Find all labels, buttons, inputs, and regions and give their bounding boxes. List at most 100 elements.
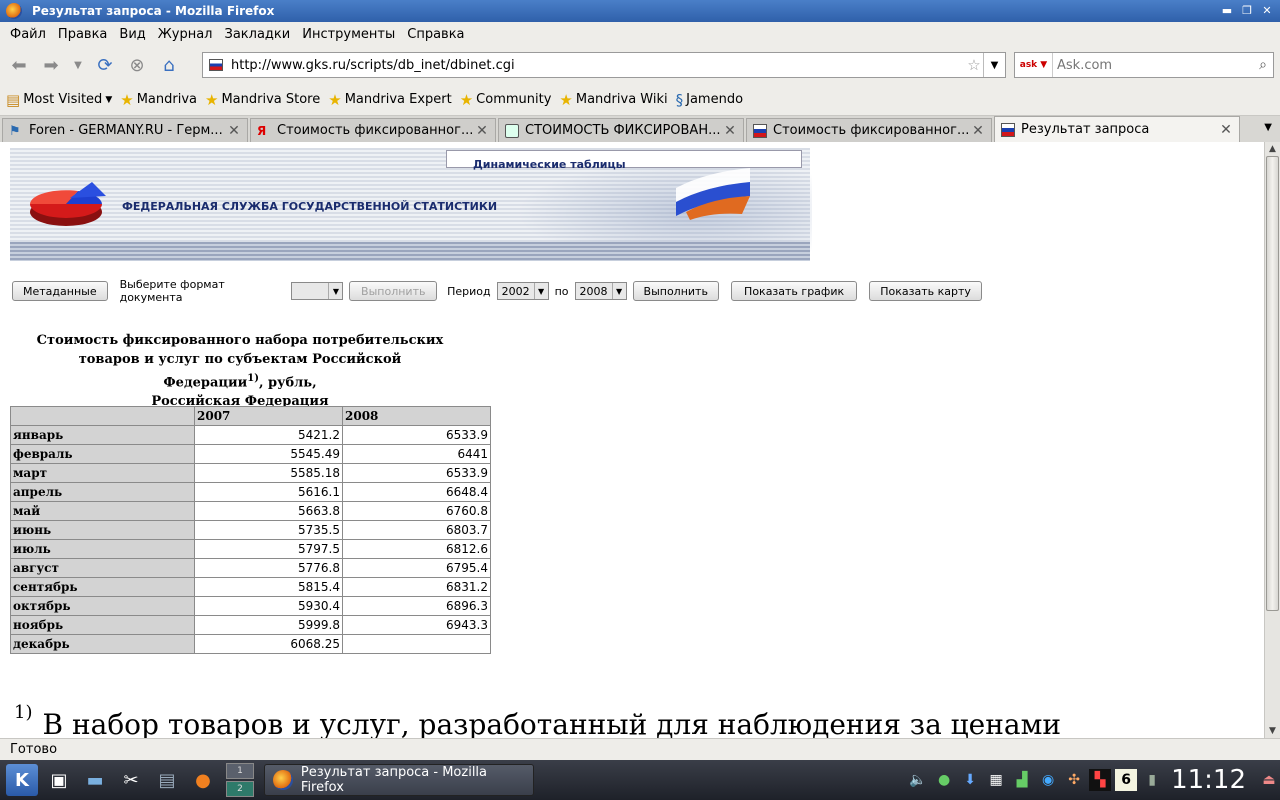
tab-query-result[interactable]: Результат запроса ✕ [994, 116, 1240, 142]
chevron-down-icon: ▼ [328, 283, 342, 299]
tray-lock-icon[interactable]: ⏏ [1258, 769, 1280, 791]
minimize-icon[interactable]: ▬ [1220, 3, 1234, 17]
table-row: май 5663.8 6760.8 [10, 501, 491, 521]
desktop-number-badge[interactable]: 6 [1115, 769, 1138, 791]
search-input[interactable] [1053, 57, 1253, 73]
control-center-icon[interactable]: ▤ [152, 765, 182, 795]
footnote-mark: 1) [14, 702, 33, 723]
menu-file[interactable]: Файл [10, 27, 46, 42]
tab-gks-cost[interactable]: Стоимость фиксированног... ✕ [746, 118, 992, 142]
navigation-toolbar: ⬅ ➡ ▼ ⟳ ⊗ ⌂ http://www.gks.ru/scripts/db… [0, 46, 1280, 84]
cell-2007: 5545.49 [194, 444, 343, 464]
signal-icon[interactable]: ▟ [1011, 769, 1033, 791]
forward-arrow-icon[interactable]: ➡ [38, 52, 64, 78]
cell-2007: 5999.8 [194, 615, 343, 635]
format-select[interactable]: ▼ [291, 282, 344, 300]
bookmark-mandriva-expert[interactable]: ★ Mandriva Expert [328, 91, 451, 109]
yandex-favicon-icon: Я [257, 123, 267, 138]
battery-icon[interactable]: ▮ [1141, 769, 1163, 791]
period-from-select[interactable]: 2002 ▼ [496, 282, 549, 300]
taskbar-firefox-task[interactable]: Результат запроса - Mozilla Firefox [264, 764, 534, 796]
tab-close-icon[interactable]: ✕ [227, 123, 241, 139]
tab-germany-ru[interactable]: ⚑ Foren - GERMANY.RU - Герм... ✕ [2, 118, 248, 142]
tab-close-icon[interactable]: ✕ [1219, 122, 1233, 138]
menu-bookmarks[interactable]: Закладки [225, 27, 291, 42]
vertical-scrollbar[interactable]: ▲ ▼ [1264, 142, 1280, 738]
footnote-marker[interactable]: 1) [247, 373, 259, 384]
clipboard-icon[interactable]: ▦ [985, 769, 1007, 791]
tabs-list-icon[interactable]: ▼ [1264, 122, 1272, 133]
tab-cost-caps[interactable]: СТОИМОСТЬ ФИКСИРОВАН... ✕ [498, 118, 744, 142]
show-map-button[interactable]: Показать карту [869, 281, 982, 301]
desktop-pager[interactable]: 1 2 [226, 763, 254, 797]
bookmark-mandriva-wiki[interactable]: ★ Mandriva Wiki [559, 91, 667, 109]
tab-yandex-cost[interactable]: Я Стоимость фиксированног... ✕ [250, 118, 496, 142]
tab-close-icon[interactable]: ✕ [723, 123, 737, 139]
kde-menu-icon[interactable]: K [6, 764, 38, 796]
metadata-button[interactable]: Метаданные [12, 281, 108, 301]
url-text[interactable]: http://www.gks.ru/scripts/db_inet/dbinet… [231, 58, 965, 73]
run-button[interactable]: Выполнить [632, 281, 719, 301]
menu-help[interactable]: Справка [407, 27, 464, 42]
row-header-month: январь [10, 425, 195, 445]
bookmark-star-icon[interactable]: ☆ [965, 56, 983, 74]
column-header-2007: 2007 [194, 406, 343, 426]
scrollbar-thumb[interactable] [1266, 156, 1279, 611]
menu-bar: Файл Правка Вид Журнал Закладки Инструме… [0, 22, 1280, 46]
jamendo-icon: § [675, 90, 684, 109]
pager-desktop-2[interactable]: 2 [226, 781, 254, 797]
menu-view[interactable]: Вид [119, 27, 145, 42]
home-icon[interactable]: ⌂ [156, 52, 182, 78]
tab-close-icon[interactable]: ✕ [971, 123, 985, 139]
firefox-launcher-icon[interactable]: ● [188, 765, 218, 795]
download-icon[interactable]: ⬇ [959, 769, 981, 791]
scroll-up-icon[interactable]: ▲ [1265, 142, 1280, 156]
monitor-icon[interactable]: ▚ [1089, 769, 1112, 791]
star-icon: ★ [120, 90, 134, 109]
chevron-down-icon: ▼ [611, 283, 626, 299]
close-icon[interactable]: ✕ [1260, 3, 1274, 17]
bookmark-community[interactable]: ★ Community [460, 91, 552, 109]
row-header-month: август [10, 558, 195, 578]
run-disabled-button[interactable]: Выполнить [349, 281, 438, 301]
bookmark-mandriva-store[interactable]: ★ Mandriva Store [205, 91, 320, 109]
desktop-preview-icon[interactable]: ▬ [80, 765, 110, 795]
cell-2008: 6803.7 [342, 520, 491, 540]
tab-close-icon[interactable]: ✕ [475, 123, 489, 139]
dynamic-tables-link[interactable]: Динамические таблицы [446, 150, 802, 171]
url-bar[interactable]: http://www.gks.ru/scripts/db_inet/dbinet… [202, 52, 1006, 78]
pager-desktop-1[interactable]: 1 [226, 763, 254, 779]
period-to-select[interactable]: 2008 ▼ [574, 282, 627, 300]
show-chart-button[interactable]: Показать график [730, 281, 858, 301]
apps-icon[interactable]: ✣ [1063, 769, 1085, 791]
scroll-down-icon[interactable]: ▼ [1265, 724, 1280, 738]
star-icon: ★ [459, 90, 474, 109]
row-header-month: май [10, 501, 195, 521]
network-icon[interactable]: ● [933, 769, 955, 791]
url-dropdown-icon[interactable]: ▼ [983, 53, 1005, 77]
table-row: сентябрь 5815.4 6831.2 [10, 577, 491, 597]
menu-history[interactable]: Журнал [158, 27, 213, 42]
maximize-icon[interactable]: ❐ [1240, 3, 1254, 17]
menu-edit[interactable]: Правка [58, 27, 107, 42]
bookmark-mandriva[interactable]: ★ Mandriva [120, 91, 197, 109]
search-bar[interactable]: ask ▼ ⌕ [1014, 52, 1274, 78]
history-dropdown-icon[interactable]: ▼ [70, 52, 86, 78]
stop-icon[interactable]: ⊗ [124, 52, 150, 78]
menu-tools[interactable]: Инструменты [302, 27, 395, 42]
back-arrow-icon[interactable]: ⬅ [6, 52, 32, 78]
show-desktop-icon[interactable]: ▣ [44, 765, 74, 795]
search-engine-icon[interactable]: ask ▼ [1015, 53, 1053, 77]
status-text: Готово [10, 742, 58, 757]
bookmark-most-visited[interactable]: ▤ Most Visited ▼ [6, 91, 112, 109]
volume-icon[interactable]: 🔈 [907, 769, 929, 791]
clock[interactable]: 11:12 [1171, 765, 1246, 795]
update-icon[interactable]: ◉ [1037, 769, 1059, 791]
reload-icon[interactable]: ⟳ [92, 52, 118, 78]
tools-icon[interactable]: ✂ [116, 765, 146, 795]
row-header-month: ноябрь [10, 615, 195, 635]
cell-2007: 5735.5 [194, 520, 343, 540]
row-header-month: июль [10, 539, 195, 559]
search-icon[interactable]: ⌕ [1253, 57, 1273, 73]
bookmark-jamendo[interactable]: § Jamendo [676, 91, 743, 109]
